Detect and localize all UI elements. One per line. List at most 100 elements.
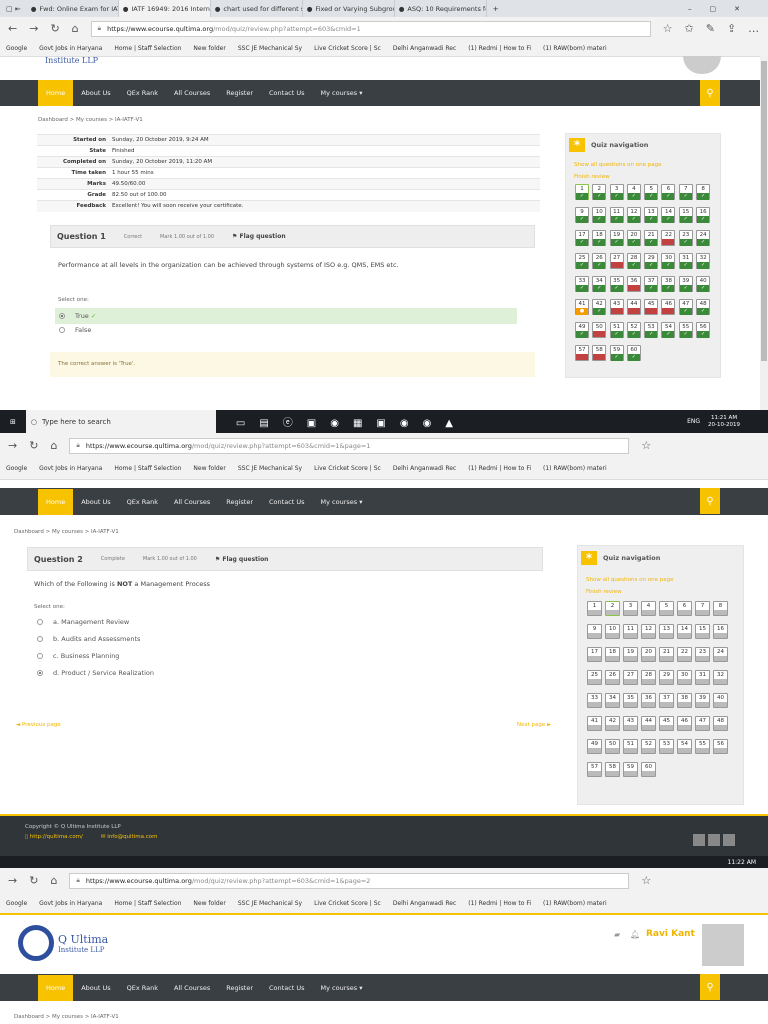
show-all-link[interactable]: Show all questions on one page xyxy=(574,162,720,168)
question-nav-button[interactable]: 8 ✓ xyxy=(696,184,711,200)
question-nav-button[interactable]: 18 ✓ xyxy=(592,230,607,246)
more-icon[interactable]: … xyxy=(748,22,759,35)
bookmark-item[interactable]: Delhi Anganwadi Rec xyxy=(393,900,456,907)
bookmark-item[interactable]: (1) Redmi | How to Fi xyxy=(468,465,531,472)
question-nav-button[interactable]: 39 xyxy=(695,693,710,708)
home-icon[interactable]: ⌂ xyxy=(72,22,79,35)
question-nav-button[interactable]: 10 ✓ xyxy=(592,207,607,223)
nav-item-my-courses[interactable]: My courses ▾ xyxy=(313,80,371,106)
question-nav-button[interactable]: 56 ✓ xyxy=(696,322,711,338)
nav-item-contact-us[interactable]: Contact Us xyxy=(261,80,313,106)
question-nav-button[interactable]: 28 xyxy=(641,670,656,685)
bookmark-item[interactable]: (1) RAW(bom) materi xyxy=(543,900,607,907)
email-link[interactable]: ✉ info@qultima.com xyxy=(101,834,158,840)
bookmark-item[interactable]: New folder xyxy=(193,900,225,907)
question-nav-button[interactable]: 15 ✓ xyxy=(678,207,693,223)
question-nav-button[interactable]: 17 xyxy=(587,647,602,662)
question-nav-button[interactable]: 42 ✓ xyxy=(592,299,607,315)
question-nav-button[interactable]: 23 ✓ xyxy=(678,230,693,246)
bookmark-item[interactable]: SSC JE Mechanical Sy xyxy=(238,465,302,472)
question-nav-button[interactable]: 9 xyxy=(587,624,602,639)
new-tab-icon[interactable]: + xyxy=(487,5,505,13)
answer-option[interactable]: d. Product / Service Realization xyxy=(37,669,154,677)
question-nav-button[interactable]: 35 ✓ xyxy=(609,276,624,292)
question-nav-button[interactable]: 52 xyxy=(641,739,656,754)
star-icon[interactable]: ☆ xyxy=(641,439,651,452)
clock[interactable]: 11:21 AM 20-10-2019 xyxy=(708,415,740,429)
question-nav-button[interactable]: 2 ✓ xyxy=(592,184,607,200)
taskbar-app-icons[interactable]: ▭▤ⓔ▣◉▦▣◉◉▲ xyxy=(236,414,467,429)
nav-item-home[interactable]: Home xyxy=(38,80,74,106)
nav-item-qex-rank[interactable]: QEx Rank xyxy=(119,489,166,515)
twitter-icon[interactable] xyxy=(708,834,720,846)
question-nav-button[interactable]: 55 xyxy=(695,739,710,754)
star-icon[interactable]: ☆ xyxy=(641,874,651,887)
notifications-icon[interactable]: 🔔︎ xyxy=(630,930,640,939)
question-nav-button[interactable]: 20 ✓ xyxy=(626,230,641,246)
question-nav-button[interactable]: 60 xyxy=(641,762,656,777)
question-nav-button[interactable]: 33 ✓ xyxy=(575,276,589,292)
answer-option[interactable]: c. Business Planning xyxy=(37,652,154,660)
browser-tab[interactable]: ●Fixed or Varying Subgroup S xyxy=(303,0,395,17)
question-nav-button[interactable]: 53 ✓ xyxy=(644,322,659,338)
question-nav-button[interactable]: 27 xyxy=(609,253,624,269)
user-menu[interactable]: Ravi Kant xyxy=(646,929,695,939)
nav-item-qex-rank[interactable]: QEx Rank xyxy=(119,975,166,1001)
browser-tab[interactable]: ●IATF 16949: 2016 Intern✕ xyxy=(118,0,211,17)
finish-review-link-2[interactable]: Finish review xyxy=(586,589,743,595)
messages-icon[interactable]: ▰ xyxy=(614,930,620,939)
question-nav-button[interactable]: 3 xyxy=(623,601,638,616)
bookmark-item[interactable]: Live Cricket Score | Sc xyxy=(314,465,381,472)
nav-item-register[interactable]: Register xyxy=(218,489,261,515)
url-input[interactable]: 🔒︎ https://www.ecourse.qultima.org/mod/qu… xyxy=(90,20,651,37)
nav-item-all-courses[interactable]: All Courses xyxy=(166,489,218,515)
question-nav-button[interactable]: 6 ✓ xyxy=(661,184,676,200)
question-nav-button[interactable]: 12 xyxy=(641,624,656,639)
question-nav-button[interactable]: 40 ✓ xyxy=(696,276,711,292)
tab-actions-icon[interactable]: ▢ ⇤ xyxy=(0,5,27,13)
close-icon[interactable]: ✕ xyxy=(734,5,758,13)
radio-button[interactable] xyxy=(37,636,43,642)
question-nav-button[interactable]: 25 xyxy=(587,670,602,685)
question-nav-button[interactable]: 7 ✓ xyxy=(678,184,693,200)
youtube-icon[interactable] xyxy=(723,834,735,846)
question-nav-button[interactable]: 28 ✓ xyxy=(626,253,641,269)
question-nav-button[interactable]: 54 ✓ xyxy=(661,322,676,338)
question-nav-button[interactable]: 41 xyxy=(587,716,602,731)
question-nav-button[interactable]: 40 xyxy=(713,693,728,708)
question-nav-button[interactable]: 16 xyxy=(713,624,728,639)
nav-item-about-us[interactable]: About Us xyxy=(73,975,118,1001)
maximize-icon[interactable]: ▢ xyxy=(710,5,735,13)
bookmark-item[interactable]: Delhi Anganwadi Rec xyxy=(393,465,456,472)
nav-item-home[interactable]: Home xyxy=(38,974,74,1001)
question-nav-button[interactable]: 21 ✓ xyxy=(644,230,659,246)
bookmark-item[interactable]: Delhi Anganwadi Rec xyxy=(393,45,456,52)
radio-button[interactable] xyxy=(37,653,43,659)
question-nav-button[interactable]: 25 ✓ xyxy=(575,253,589,269)
next-page-link[interactable]: Next page ► xyxy=(517,722,551,728)
question-nav-button[interactable]: 57 xyxy=(575,345,589,361)
question-nav-button[interactable]: 29 xyxy=(659,670,674,685)
question-nav-button[interactable]: 19 xyxy=(623,647,638,662)
question-nav-button[interactable]: 24 xyxy=(713,647,728,662)
question-nav-button[interactable]: 5 ✓ xyxy=(644,184,659,200)
question-nav-button[interactable]: 57 xyxy=(587,762,602,777)
question-nav-button[interactable]: 13 ✓ xyxy=(644,207,659,223)
question-nav-button[interactable]: 1 xyxy=(587,601,602,616)
question-nav-button[interactable]: 4 xyxy=(641,601,656,616)
browser-tab[interactable]: ●Fwd: Online Exam for IATF li xyxy=(27,0,119,17)
bookmark-item[interactable]: Home | Staff Selection xyxy=(114,900,181,907)
question-nav-button[interactable]: 19 ✓ xyxy=(609,230,624,246)
minimize-icon[interactable]: – xyxy=(688,5,710,13)
question-nav-button[interactable]: 6 xyxy=(677,601,692,616)
nav-item-register[interactable]: Register xyxy=(218,975,261,1001)
question-nav-button[interactable]: 54 xyxy=(677,739,692,754)
bookmark-item[interactable]: New folder xyxy=(193,45,225,52)
bookmark-item[interactable]: SSC JE Mechanical Sy xyxy=(238,45,302,52)
question-nav-button[interactable]: 8 xyxy=(713,601,728,616)
question-nav-button[interactable]: 56 xyxy=(713,739,728,754)
question-nav-button[interactable]: 24 ✓ xyxy=(696,230,711,246)
bookmark-item[interactable]: Live Cricket Score | Sc xyxy=(314,45,381,52)
browser-tab[interactable]: ●ASQ: 10 Requirements for E xyxy=(395,0,487,17)
bookmark-item[interactable]: Home | Staff Selection xyxy=(114,45,181,52)
